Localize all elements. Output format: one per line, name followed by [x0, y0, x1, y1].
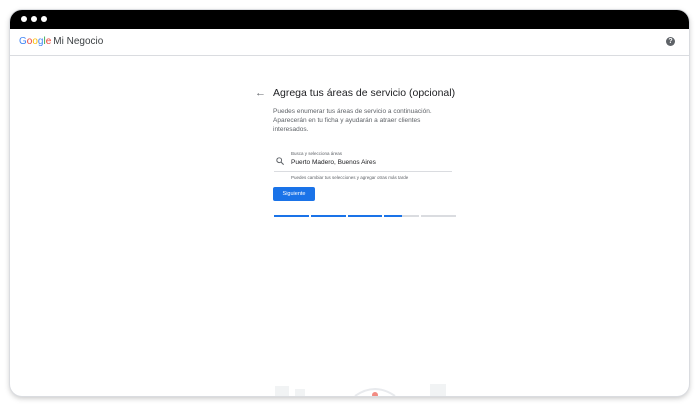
google-my-business-logo[interactable]: Google Mi Negocio [19, 36, 103, 48]
progress-segment-fill [384, 215, 402, 217]
window-maximize-dot[interactable] [41, 16, 47, 22]
progress-segment-fill [347, 215, 383, 217]
next-button[interactable]: Siguiente [273, 187, 315, 201]
search-field-value[interactable]: Puerto Madero, Buenos Aires [291, 159, 376, 167]
page-description: Puedes enumerar tus áreas de servicio a … [273, 108, 432, 133]
window-titlebar [10, 10, 689, 29]
logo-letter-g1: G [19, 36, 27, 47]
logo-letter-e: e [45, 36, 52, 47]
help-icon[interactable]: ? [666, 37, 675, 46]
window-minimize-dot[interactable] [31, 16, 37, 22]
main-content: ← Agrega tus áreas de servicio (opcional… [10, 56, 689, 396]
progress-bar [274, 215, 456, 217]
window-close-dot[interactable] [21, 16, 27, 22]
progress-segment-fill [274, 215, 309, 217]
product-name: Mi Negocio [53, 36, 104, 47]
search-icon [276, 157, 284, 165]
browser-window: Google Mi Negocio ? ← Agrega tus áreas de… [10, 10, 689, 396]
search-field-label: Busca y selecciona áreas [291, 151, 343, 156]
back-arrow-icon[interactable]: ← [255, 87, 266, 99]
app-header: Google Mi Negocio ? [10, 29, 689, 56]
faded-background-illustration [275, 384, 446, 396]
progress-segment [421, 215, 456, 217]
search-helper-text: Puedes cambiar tus selecciones y agregar… [291, 175, 409, 180]
page-title: Agrega tus áreas de servicio (opcional) [273, 87, 456, 99]
progress-segment-fill [310, 215, 346, 217]
service-area-search-field[interactable]: Busca y selecciona áreas Puerto Madero, … [274, 149, 452, 172]
